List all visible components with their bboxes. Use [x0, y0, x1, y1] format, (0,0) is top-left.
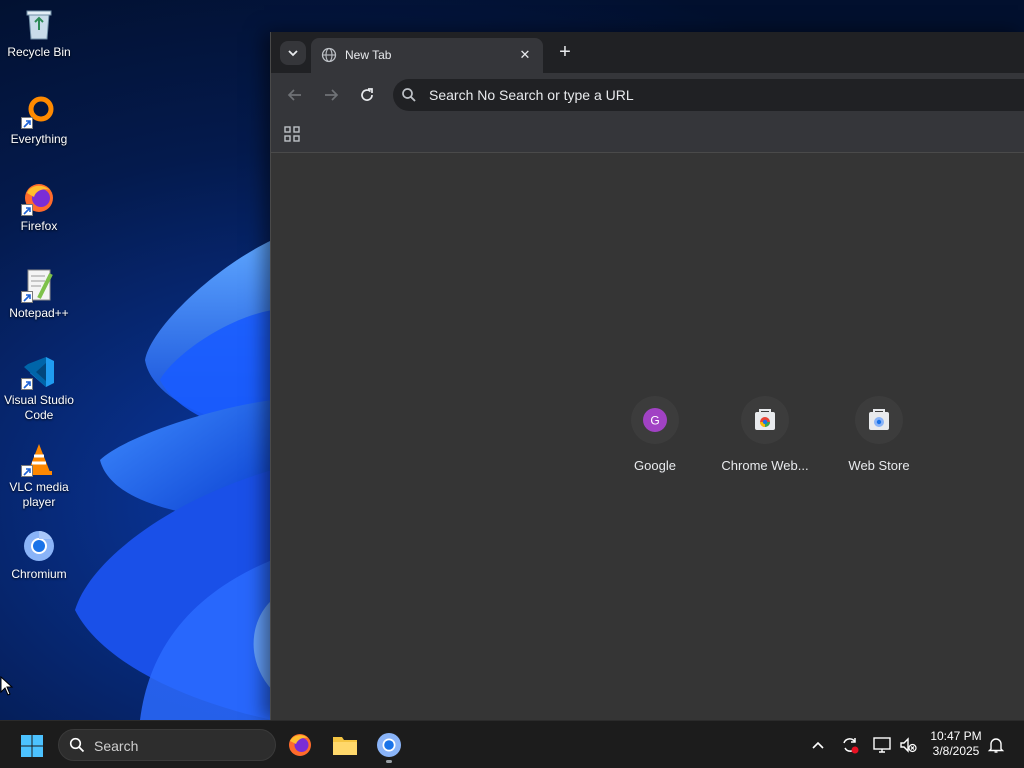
chromium-icon [377, 733, 401, 757]
tab-title: New Tab [345, 48, 392, 62]
desktop-icon-notepad-plus-plus[interactable]: Notepad++ [2, 267, 76, 321]
shortcut-arrow-icon [21, 378, 33, 390]
taskbar-app-firefox[interactable] [284, 729, 316, 761]
desktop-icon-label: Notepad++ [9, 306, 69, 320]
monitor-network-icon [873, 737, 891, 753]
arrow-right-icon [325, 89, 339, 101]
notifications-button[interactable] [986, 735, 1006, 755]
desktop-icon-label: VLC media player [9, 480, 69, 509]
shortcut-icon-circle: G [631, 396, 679, 444]
web-store-icon [755, 409, 775, 430]
forward-button[interactable] [319, 83, 343, 107]
recycle-bin-icon [21, 6, 57, 42]
bookmarks-bar [271, 117, 1024, 153]
tray-network[interactable] [872, 735, 892, 755]
desktop-icon-vlc[interactable]: VLC media player [2, 441, 76, 510]
search-icon [69, 737, 85, 753]
vscode-icon [21, 354, 57, 390]
desktop-icon-label: Chromium [11, 567, 67, 581]
reload-button[interactable] [355, 83, 379, 107]
desktop-icon-label: Firefox [20, 219, 58, 233]
shortcut-tile-web-store[interactable]: Web Store [823, 396, 935, 474]
desktop-icon-everything[interactable]: Everything [2, 93, 76, 147]
running-indicator [386, 760, 392, 763]
arrow-left-icon [287, 89, 301, 101]
clock-date: 3/8/2025 [932, 744, 980, 758]
web-store-icon [869, 409, 889, 430]
firefox-icon [289, 734, 311, 756]
taskbar-search-label: Search [94, 738, 139, 754]
tab-search-button[interactable] [280, 41, 306, 65]
new-tab-page: G Google Chrome Web... Web Store [271, 153, 1024, 720]
start-button[interactable] [20, 734, 44, 758]
shortcut-arrow-icon [21, 204, 33, 216]
desktop-icon-label: Everything [10, 132, 68, 146]
address-bar[interactable]: Search No Search or type a URL [393, 79, 1024, 111]
address-bar-text: Search No Search or type a URL [429, 87, 634, 103]
search-icon [402, 88, 416, 102]
shortcut-arrow-icon [21, 291, 33, 303]
globe-icon [321, 47, 337, 63]
svg-text:G: G [650, 414, 659, 428]
notepad-plus-plus-icon [21, 267, 57, 303]
tray-volume[interactable] [898, 735, 918, 755]
desktop-icon-recycle-bin[interactable]: Recycle Bin [2, 6, 76, 60]
vlc-icon [21, 441, 57, 477]
shortcut-icon-circle [855, 396, 903, 444]
desktop-icon-firefox[interactable]: Firefox [2, 180, 76, 234]
bell-icon [987, 738, 1005, 753]
shortcut-tile-google[interactable]: G Google [599, 396, 711, 474]
taskbar-clock[interactable]: 10:47 PM 3/8/2025 [922, 729, 990, 759]
desktop-icon-label: Recycle Bin [7, 45, 71, 59]
taskbar-app-file-explorer[interactable] [329, 729, 361, 761]
taskbar-search-box[interactable]: Search [58, 729, 276, 761]
tray-sync-status[interactable] [840, 735, 860, 755]
everything-icon [21, 93, 57, 129]
shortcut-label: Google [634, 458, 676, 473]
browser-toolbar: Search No Search or type a URL [271, 73, 1024, 117]
letter-g-icon: G [643, 408, 667, 432]
new-tab-button[interactable]: + [551, 40, 579, 64]
tab-strip: New Tab ✕ + [271, 32, 1024, 73]
windows-logo-icon [21, 735, 43, 757]
folder-icon [333, 737, 357, 755]
shortcut-label: Chrome Web... [721, 458, 809, 473]
reload-icon [361, 88, 373, 101]
taskbar: Search 10:47 PM 3/8/2025 [0, 720, 1024, 768]
back-button[interactable] [283, 83, 307, 107]
show-hidden-icons-button[interactable] [808, 735, 828, 755]
apps-grid-icon[interactable] [283, 125, 301, 143]
browser-window[interactable]: New Tab ✕ + Search No Search or type a U… [270, 32, 1024, 720]
shortcut-arrow-icon [21, 117, 33, 129]
chevron-down-icon [288, 50, 298, 57]
close-icon[interactable]: ✕ [515, 45, 535, 65]
chromium-icon [21, 528, 57, 564]
shortcut-label: Web Store [848, 458, 910, 473]
shortcut-icon-circle [741, 396, 789, 444]
desktop-icon-chromium[interactable]: Chromium [2, 528, 76, 582]
clock-time: 10:47 PM [930, 729, 982, 743]
chevron-up-icon [812, 741, 824, 749]
shortcut-tile-chrome-web-store[interactable]: Chrome Web... [709, 396, 821, 474]
mouse-cursor-icon [0, 676, 14, 696]
desktop-icon-vscode[interactable]: Visual Studio Code [2, 354, 76, 423]
sync-icon [843, 738, 859, 754]
taskbar-app-chromium[interactable] [373, 729, 405, 763]
shortcut-arrow-icon [21, 465, 33, 477]
speaker-muted-icon [900, 737, 917, 753]
desktop-icon-label: Visual Studio Code [4, 393, 74, 422]
firefox-icon [21, 180, 57, 216]
tab-new-tab[interactable]: New Tab ✕ [311, 38, 543, 73]
